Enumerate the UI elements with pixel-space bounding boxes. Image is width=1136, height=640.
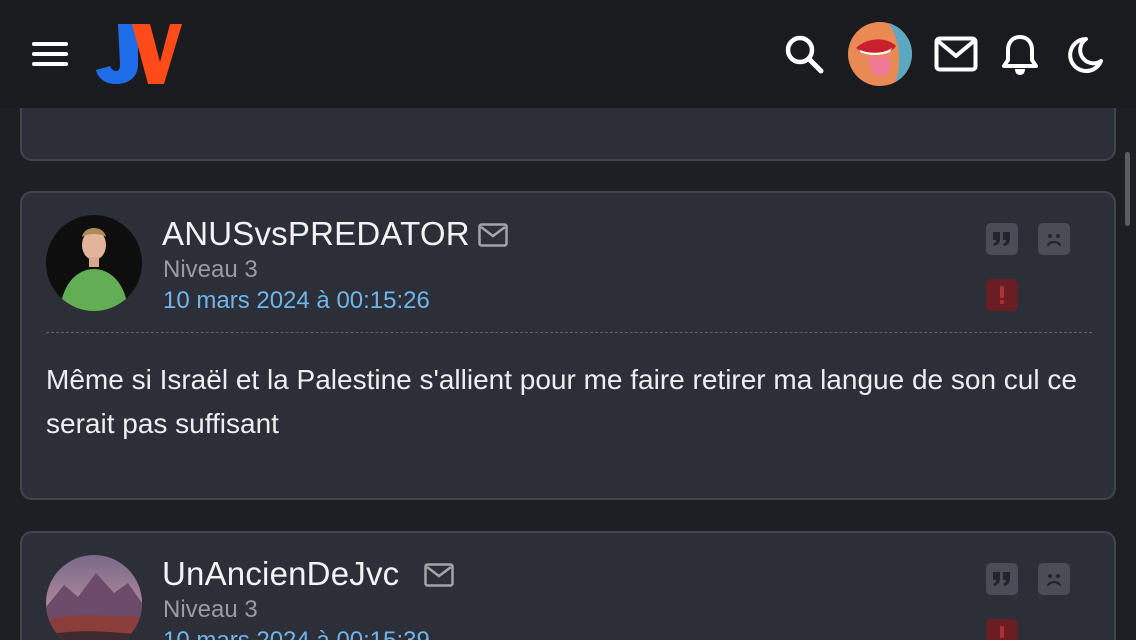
top-bar: JV [0,0,1136,108]
post-username[interactable]: ANUSvsPREDATOR [162,215,470,253]
search-icon[interactable] [784,34,824,74]
post-divider [46,332,1092,333]
quote-icon [993,572,1010,586]
quote-button[interactable] [986,563,1018,595]
quote-button[interactable] [986,223,1018,255]
exclamation-icon [1000,626,1004,638]
page-scrollbar[interactable] [1125,152,1130,226]
post-date[interactable]: 10 mars 2024 à 00:15:39 [163,627,430,640]
post-avatar[interactable] [46,215,142,311]
user-avatar[interactable] [848,22,912,86]
post-level: Niveau 3 [163,256,258,283]
bell-icon[interactable] [1002,34,1038,76]
post-username[interactable]: UnAncienDeJvc [162,555,399,593]
post-card: UnAncienDeJvc Niveau 3 10 mars 2024 à 00… [20,531,1116,640]
menu-icon[interactable] [32,42,68,66]
jv-logo[interactable]: JV [96,22,182,86]
post-content: Même si Israël et la Palestine s'allient… [46,364,1077,439]
sad-reaction-button[interactable] [1038,563,1070,595]
moon-icon[interactable] [1066,36,1104,74]
mail-icon[interactable] [934,36,978,72]
sad-reaction-button[interactable] [1038,223,1070,255]
sad-face-icon [1046,574,1062,587]
send-message-icon[interactable] [424,563,454,587]
sad-face-icon [1046,234,1062,247]
report-button[interactable] [986,619,1018,640]
quote-icon [993,232,1010,246]
send-message-icon[interactable] [478,223,508,247]
svg-text:JV: JV [96,22,98,23]
post-level: Niveau 3 [163,596,258,623]
report-button[interactable] [986,279,1018,311]
post-avatar[interactable] [46,555,142,640]
post-date[interactable]: 10 mars 2024 à 00:15:26 [163,287,430,315]
post-card: ANUSvsPREDATOR Niveau 3 10 mars 2024 à 0… [20,191,1116,500]
exclamation-icon [1000,286,1004,304]
